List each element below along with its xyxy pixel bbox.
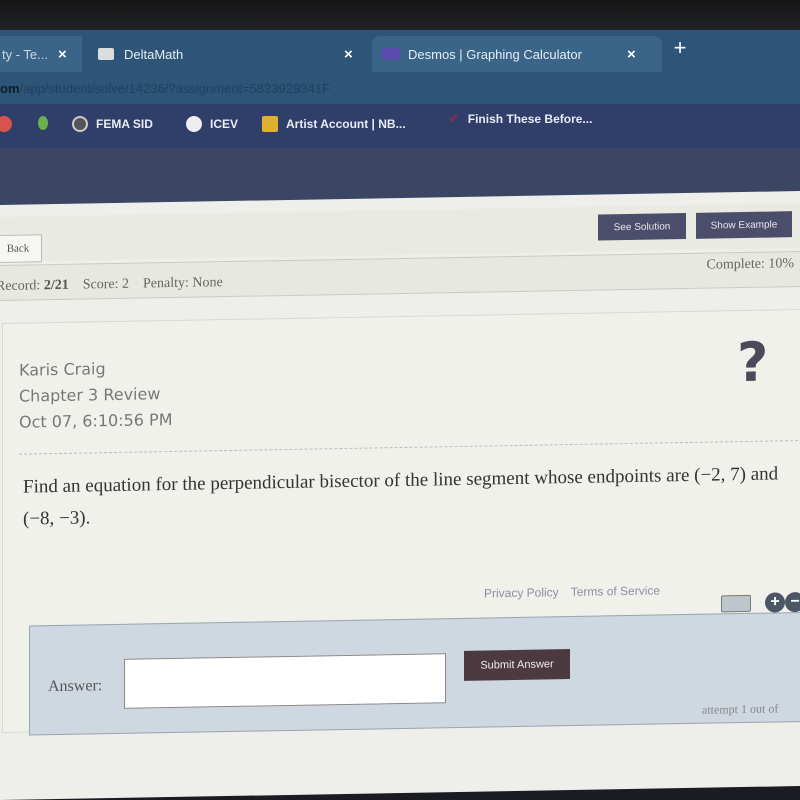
bookmark-icev[interactable]: ICEV [186, 116, 238, 132]
zoom-out-icon[interactable]: − [785, 591, 800, 613]
terms-of-service-link[interactable]: Terms of Service [571, 583, 660, 599]
tab-label: ty - Te... [2, 46, 48, 62]
completion-stat: Complete: 10% [706, 256, 795, 273]
question-text: Find an equation for the perpendicular b… [23, 463, 779, 530]
tab-label: DeltaMath [124, 46, 184, 62]
dashed-divider [19, 439, 800, 455]
bookmark-label: FEMA SID [96, 117, 153, 131]
bookmark-label: Artist Account | NB... [286, 117, 406, 131]
assignment-name: Chapter 3 Review [19, 384, 161, 406]
record-stat: Record: 2/21 [0, 277, 69, 295]
zoom-in-icon[interactable]: + [765, 592, 785, 613]
url-host: om [0, 81, 20, 96]
tab-deltamath[interactable]: DeltaMath × [82, 36, 372, 72]
bookmark-artist-account[interactable]: Artist Account | NB... [262, 116, 406, 132]
new-tab-button[interactable]: + [668, 36, 692, 60]
fema-seal-icon [72, 116, 88, 132]
bookmark-label: Finish These Before... [467, 111, 593, 126]
answer-label: Answer: [48, 677, 103, 696]
answer-panel: Answer: Submit Answer attempt 1 out of [29, 611, 800, 736]
address-bar[interactable]: om/app/student/solve/14236/?assignment=5… [0, 74, 800, 104]
graduation-cap-icon [98, 48, 114, 60]
url-text[interactable]: om/app/student/solve/14236/?assignment=5… [0, 81, 330, 96]
tab-label: Desmos | Graphing Calculator [408, 46, 582, 62]
droplet-icon [38, 116, 48, 130]
url-path: /app/student/solve/14236/?assignment=583… [19, 81, 330, 96]
tab-previous[interactable]: ty - Te... × [0, 36, 82, 72]
bookmark-drop[interactable] [38, 116, 48, 130]
back-button[interactable]: Back [0, 234, 42, 264]
checkmark-icon: ✔ [448, 110, 460, 126]
submit-answer-button[interactable]: Submit Answer [464, 649, 570, 681]
score-stat: Score: 2 [82, 276, 129, 293]
help-question-icon[interactable]: ? [737, 331, 768, 395]
problem-card: Karis Craig Chapter 3 Review Oct 07, 6:1… [2, 309, 800, 736]
penalty-value: None [192, 275, 223, 291]
close-icon[interactable]: × [627, 46, 636, 63]
keyboard-icon[interactable] [721, 594, 751, 613]
bookmark-fema-sid[interactable]: FEMA SID [72, 116, 153, 132]
penalty-stat: Penalty: None [142, 275, 223, 292]
student-name: Karis Craig [19, 359, 106, 380]
answer-input[interactable] [124, 653, 446, 709]
deltamath-page: See Solution Show Example Back Record: 2… [0, 191, 800, 800]
problem-meta: Karis Craig Chapter 3 Review Oct 07, 6:1… [19, 355, 173, 436]
app-icon [0, 116, 12, 132]
desmos-logo-icon [382, 48, 400, 60]
close-icon[interactable]: × [58, 46, 67, 63]
completion-value: 10% [768, 256, 794, 272]
tab-desmos[interactable]: Desmos | Graphing Calculator × [372, 36, 662, 72]
bookmarks-bar: FEMA SID ICEV Artist Account | NB... ✔ F… [0, 104, 800, 148]
bookmark-label: ICEV [210, 117, 239, 131]
close-icon[interactable]: × [344, 46, 353, 63]
bookmark-finish-these[interactable]: ✔ Finish These Before... [448, 110, 592, 127]
show-example-button[interactable]: Show Example [696, 211, 792, 239]
score-value: 2 [121, 276, 129, 292]
see-solution-button[interactable]: See Solution [598, 213, 686, 241]
attempt-counter: attempt 1 out of [702, 701, 779, 717]
bookmark-app[interactable] [0, 116, 12, 132]
browser-tab-strip: ty - Te... × DeltaMath × Desmos | Graphi… [0, 30, 800, 74]
v-logo-icon [262, 116, 278, 132]
icev-logo-icon [186, 116, 202, 132]
privacy-policy-link[interactable]: Privacy Policy [484, 585, 559, 600]
timestamp: Oct 07, 6:10:56 PM [19, 409, 173, 432]
record-value: 2/21 [43, 277, 69, 294]
